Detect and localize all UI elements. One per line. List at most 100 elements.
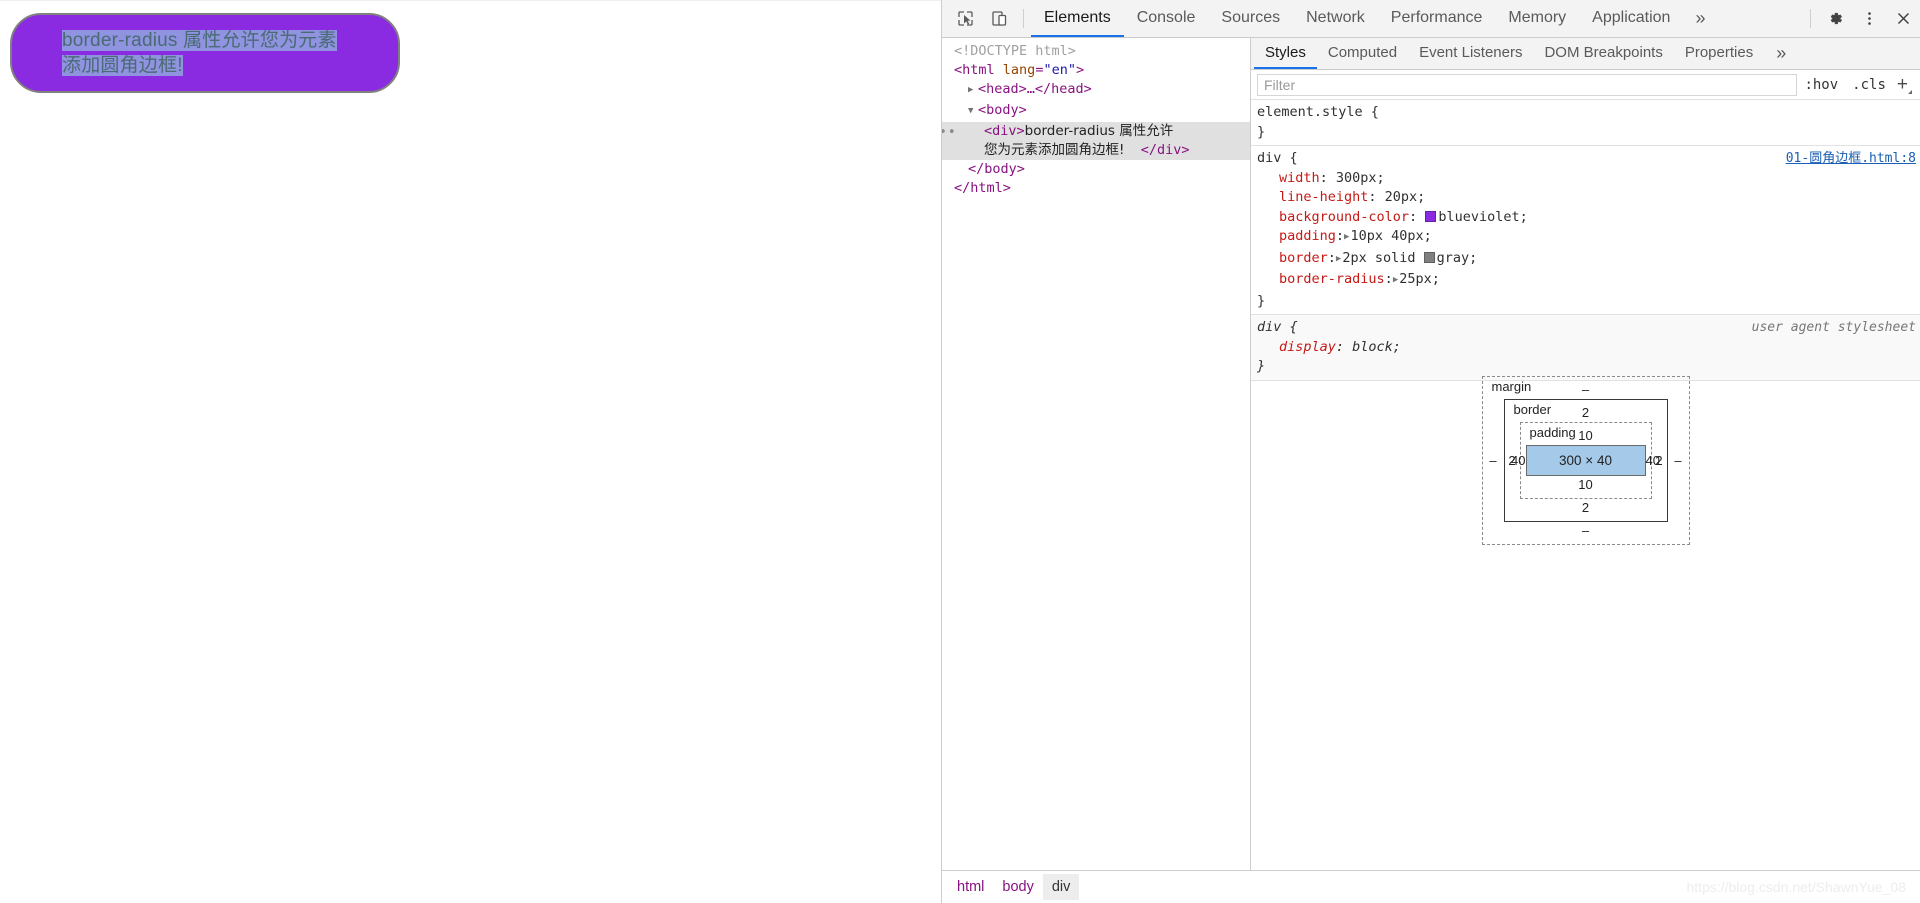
tab-styles[interactable]: Styles [1254, 38, 1317, 69]
tab-elements[interactable]: Elements [1031, 0, 1124, 37]
styles-more-tabs-chevron-icon[interactable]: » [1764, 38, 1798, 69]
doctype-node: <!DOCTYPE html> [954, 43, 1076, 59]
property-value[interactable]: 300px; [1336, 170, 1385, 186]
margin-left-value[interactable]: – [1483, 453, 1504, 468]
new-style-rule-button[interactable]: + [1893, 75, 1914, 94]
styles-pane: Styles Computed Event Listeners DOM Brea… [1251, 38, 1920, 870]
tab-event-listeners[interactable]: Event Listeners [1408, 38, 1533, 69]
declaration-line-height[interactable]: line-height: 20px; [1257, 188, 1920, 208]
dom-tree-pane[interactable]: <!DOCTYPE html> <html lang="en"> ▶ <head>… [942, 38, 1251, 870]
panel-tabs: Elements Console Sources Network Perform… [1031, 0, 1717, 37]
more-tabs-chevron-icon[interactable]: » [1683, 0, 1717, 37]
breadcrumb-div[interactable]: div [1042, 874, 1080, 900]
property-name[interactable]: background-color [1279, 209, 1409, 225]
rule-header: element.style { [1257, 103, 1920, 123]
rule-source-link[interactable]: 01-圆角边框.html:8 [1786, 149, 1920, 169]
border-middle-row: 2 padding 10 40 300 × 40 40 10 2 [1505, 422, 1667, 499]
tab-sources[interactable]: Sources [1208, 0, 1293, 37]
property-value[interactable]: 20px; [1385, 189, 1426, 205]
declaration-background-color[interactable]: background-color: blueviolet; [1257, 208, 1920, 228]
viewport-top-edge [0, 0, 941, 1]
devtools-body: <!DOCTYPE html> <html lang="en"> ▶ <head>… [942, 38, 1920, 870]
dom-row[interactable]: <html lang="en"> [942, 61, 1250, 80]
breadcrumb: html body div https://blog.csdn.net/Shaw… [942, 870, 1920, 903]
color-swatch-blueviolet[interactable] [1425, 210, 1437, 222]
dom-row[interactable]: </html> [942, 179, 1250, 198]
padding-bottom-value[interactable]: 10 [1521, 476, 1651, 494]
box-model-padding-layer[interactable]: padding 10 40 300 × 40 40 10 [1511, 422, 1660, 499]
tab-application[interactable]: Application [1579, 0, 1683, 37]
collapse-triangle-down-icon[interactable]: ▼ [968, 102, 978, 121]
padding-left-value[interactable]: 40 [1511, 453, 1525, 468]
border-label: border [1513, 402, 1552, 417]
lang-attr-name: lang [1002, 62, 1036, 78]
rule-header: div { 01-圆角边框.html:8 [1257, 149, 1920, 169]
head-node: <head>…</head> [978, 81, 1092, 97]
cursor-inspect-icon[interactable] [948, 0, 982, 37]
breadcrumb-body[interactable]: body [993, 874, 1042, 900]
tab-network[interactable]: Network [1293, 0, 1378, 37]
html-close-node: </html> [954, 180, 1011, 196]
gear-icon[interactable] [1818, 0, 1852, 37]
close-icon[interactable] [1886, 0, 1920, 37]
tab-computed[interactable]: Computed [1317, 38, 1408, 69]
rule-element-style[interactable]: element.style { } [1251, 100, 1920, 146]
body-node: <body> [978, 102, 1027, 118]
colon: : [1319, 169, 1336, 186]
breadcrumb-html[interactable]: html [948, 874, 993, 900]
rule-close-brace: } [1257, 123, 1266, 140]
tab-properties[interactable]: Properties [1674, 38, 1764, 69]
styles-filter-row: :hov .cls + [1251, 70, 1920, 100]
div-open-tag: <div> [984, 123, 1025, 139]
margin-bottom-value[interactable]: – [1483, 522, 1689, 540]
rule-selector[interactable]: element.style { [1257, 103, 1379, 123]
property-value[interactable]: blueviolet; [1438, 209, 1527, 225]
border-bottom-value[interactable]: 2 [1505, 499, 1667, 517]
html-tag-name: html [962, 62, 995, 78]
tab-dom-breakpoints[interactable]: DOM Breakpoints [1533, 38, 1673, 69]
device-toolbar-icon[interactable] [982, 0, 1016, 37]
tab-performance[interactable]: Performance [1378, 0, 1496, 37]
kebab-menu-icon[interactable] [1852, 0, 1886, 37]
dom-tree: <!DOCTYPE html> <html lang="en"> ▶ <head>… [942, 42, 1250, 198]
tab-memory[interactable]: Memory [1495, 0, 1579, 37]
dom-row-selected-div[interactable]: •• <div>border-radius 属性允许您为元素添加圆角边框! </d… [942, 122, 1250, 160]
colon: : [1368, 189, 1385, 205]
devtools-toolbar: Elements Console Sources Network Perform… [942, 0, 1920, 38]
div-text-part2: 您为元素添加圆角边框! [984, 142, 1125, 158]
declaration-width[interactable]: width: 300px; [1257, 169, 1920, 189]
box-model-content[interactable]: 300 × 40 [1525, 445, 1646, 476]
box-model-margin-layer[interactable]: margin – – border 2 2 padding 10 40 300 … [1481, 376, 1690, 545]
toolbar-divider-2 [1810, 9, 1811, 28]
box-model-border-layer[interactable]: border 2 2 padding 10 40 300 × 40 40 10 … [1503, 399, 1668, 522]
dom-row[interactable]: ▶ <head>…</head> [942, 80, 1250, 101]
padding-label: padding [1529, 425, 1576, 440]
dom-row[interactable]: <!DOCTYPE html> [942, 42, 1250, 61]
rule-selector[interactable]: div { [1257, 149, 1298, 169]
demo-rounded-div: border-radius 属性允许您为元素添加圆角边框! [10, 13, 400, 93]
node-badge-dots-icon[interactable]: •• [942, 123, 957, 142]
colon: : [1409, 208, 1426, 225]
margin-label: margin [1491, 379, 1532, 394]
box-model-diagram: margin – – border 2 2 padding 10 40 300 … [1481, 376, 1690, 545]
dom-row[interactable]: ▼ <body> [942, 101, 1250, 122]
filter-input[interactable] [1257, 73, 1798, 96]
box-model-area: margin – – border 2 2 padding 10 40 300 … [1251, 238, 1920, 545]
devtools-panel: Elements Console Sources Network Perform… [941, 0, 1920, 903]
hov-button[interactable]: :hov [1797, 77, 1845, 93]
cls-button[interactable]: .cls [1845, 77, 1893, 93]
expand-triangle-right-icon[interactable]: ▶ [968, 81, 978, 100]
property-name[interactable]: width [1279, 170, 1320, 186]
dom-row[interactable]: </body> [942, 160, 1250, 179]
styles-sidebar-tabs: Styles Computed Event Listeners DOM Brea… [1251, 38, 1920, 70]
tab-console[interactable]: Console [1124, 0, 1209, 37]
padding-right-value[interactable]: 40 [1646, 453, 1660, 468]
property-name[interactable]: line-height [1279, 189, 1368, 205]
div-text-part1: border-radius 属性允许 [1024, 123, 1174, 139]
watermark-text: https://blog.csdn.net/ShawnYue_08 [1686, 879, 1907, 895]
body-close-node: </body> [968, 161, 1025, 177]
html-open-bracket: < [954, 62, 963, 78]
div-close-tag: </div> [1140, 142, 1190, 158]
margin-right-value[interactable]: – [1668, 453, 1689, 468]
